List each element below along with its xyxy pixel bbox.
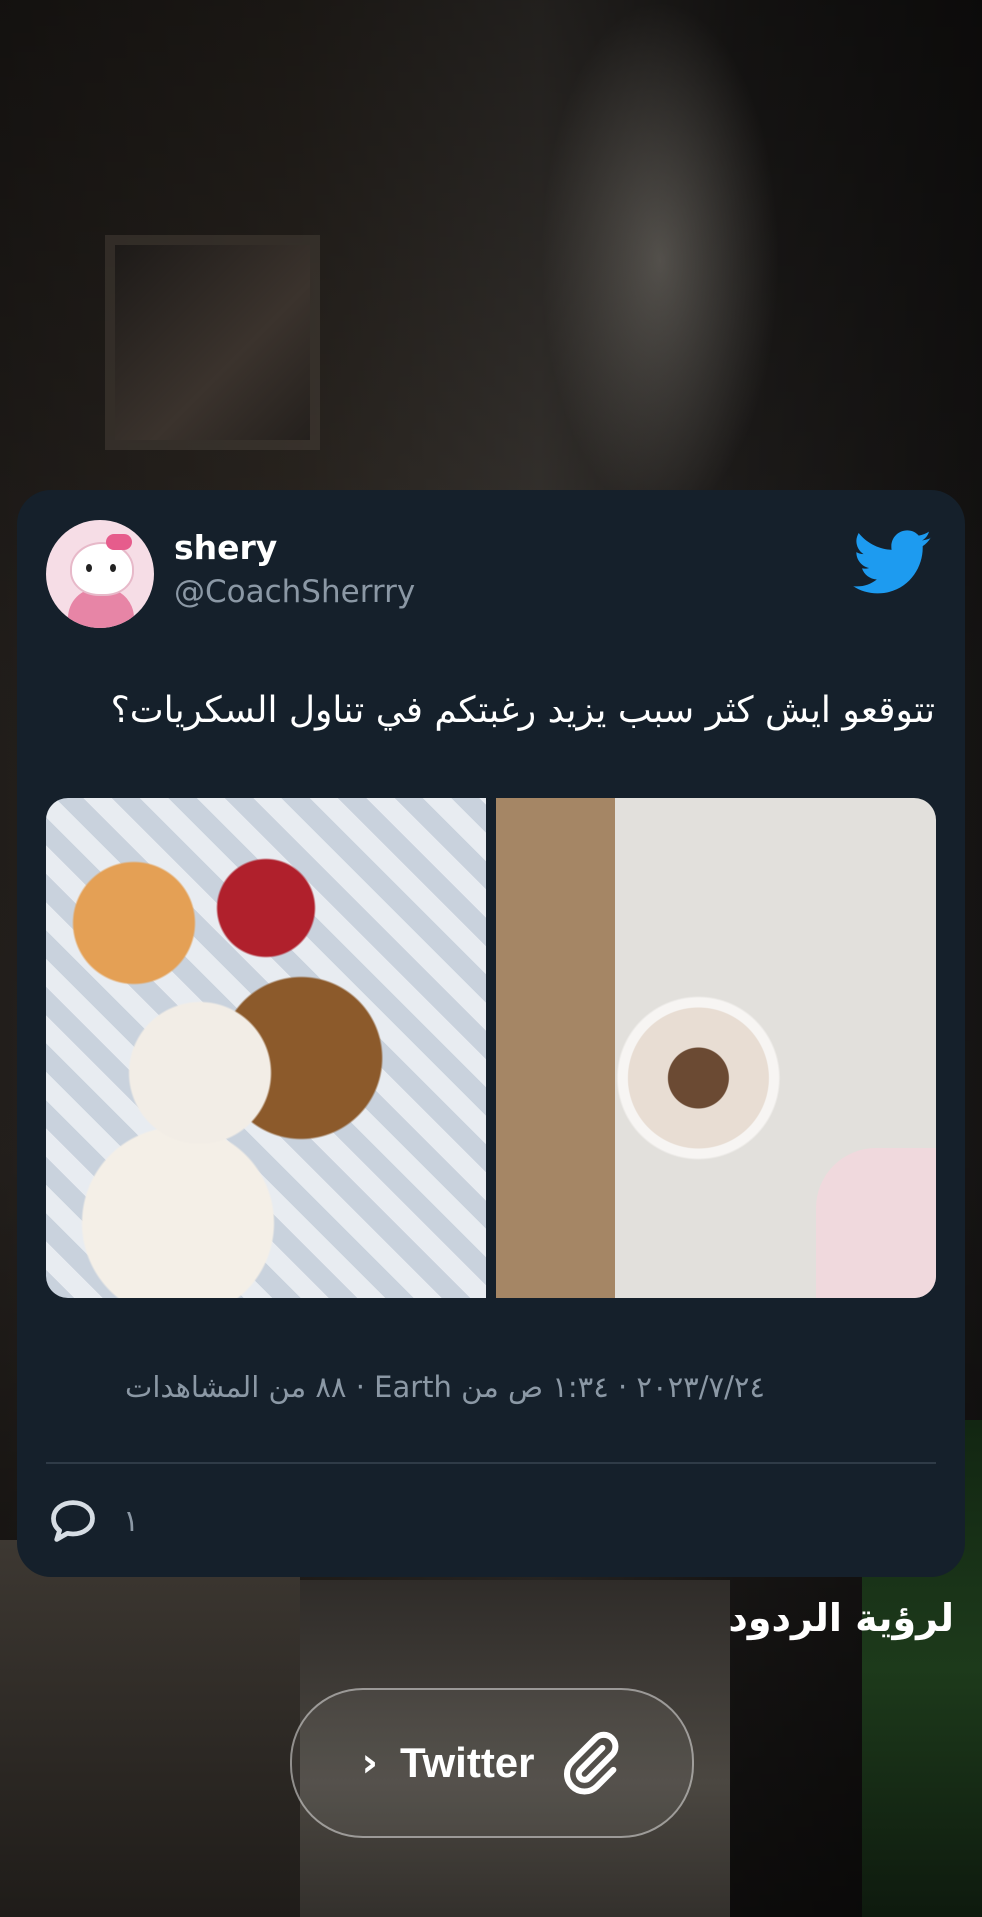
media-image-coffee[interactable]: [496, 798, 936, 1298]
reply-count: ١: [123, 1503, 140, 1539]
background-light: [540, 0, 780, 520]
twitter-bird-icon: [853, 530, 932, 594]
tweet-media[interactable]: [46, 798, 936, 1298]
reply-bubble-icon: [51, 1500, 95, 1542]
twitter-link-button[interactable]: › Twitter: [290, 1688, 694, 1838]
tweet-card[interactable]: shery @CoachSherrry تتوقعو ايش كثر سبب ي…: [17, 490, 965, 1577]
twitter-link-label: Twitter: [399, 1739, 535, 1786]
author-name[interactable]: shery: [174, 528, 277, 567]
background-cabinet: [0, 1540, 300, 1917]
divider: [46, 1462, 936, 1464]
tweet-meta: ٢٠٢٣/٧/٢٤ · ١:٣٤ ص من Earth · ٨٨ من المش…: [125, 1370, 765, 1404]
author-handle[interactable]: @CoachSherrry: [174, 574, 415, 610]
paperclip-icon: [563, 1731, 618, 1795]
tweet-text: تتوقعو ايش كثر سبب يزيد رغبتكم في تناول …: [110, 690, 935, 731]
media-image-breakfast[interactable]: [46, 798, 486, 1298]
reply-button[interactable]: ١: [47, 1495, 139, 1547]
chevron-right-icon: ›: [361, 1740, 378, 1786]
avatar[interactable]: [46, 520, 154, 628]
see-replies-label: لرؤية الردود: [728, 1596, 954, 1640]
background-picture-frame: [115, 245, 310, 440]
